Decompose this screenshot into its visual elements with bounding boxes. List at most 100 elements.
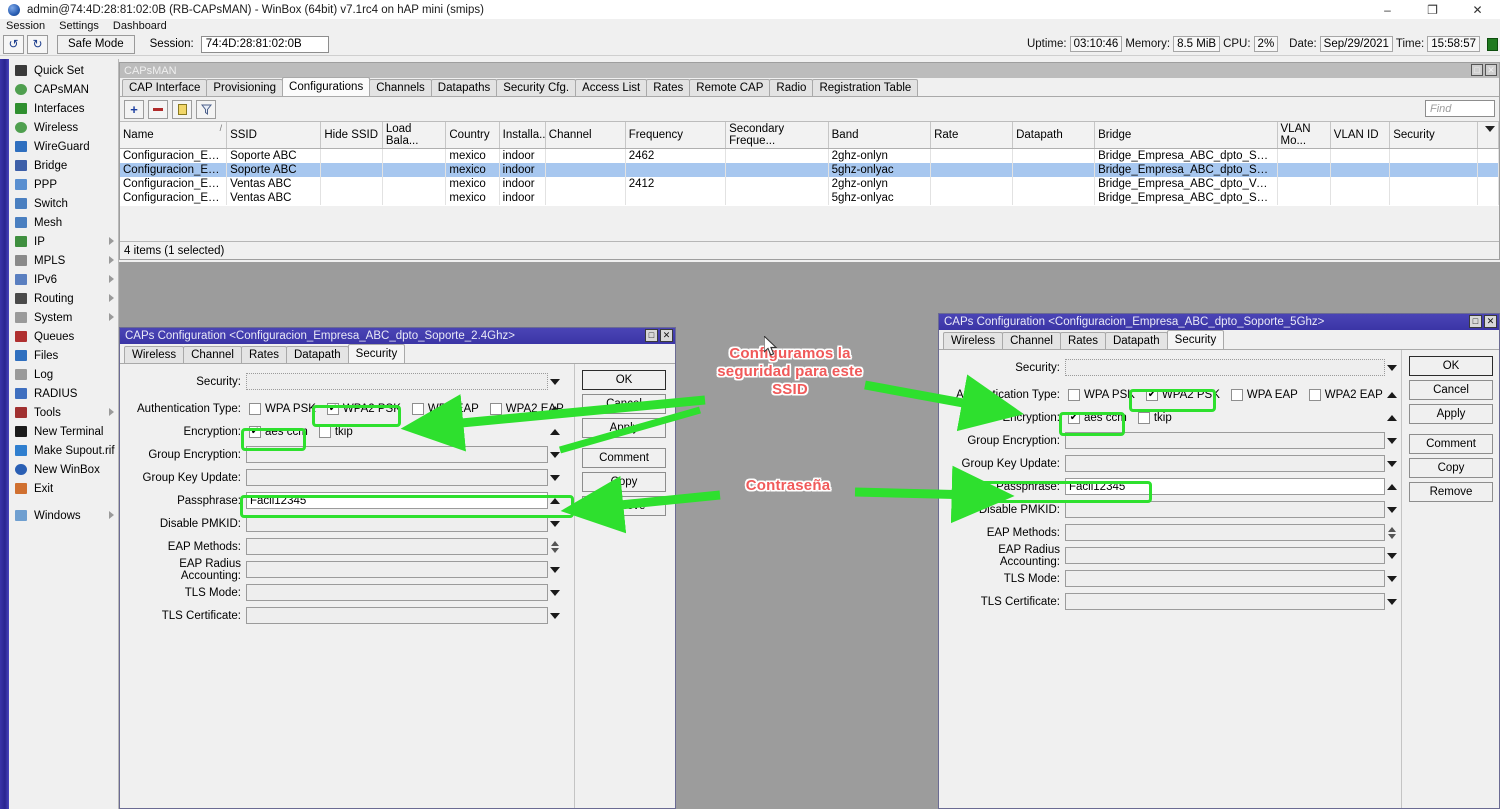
sidebar-item-capsman[interactable]: CAPsMAN [9, 80, 118, 99]
dialog-left-tab-rates[interactable]: Rates [241, 346, 287, 363]
eap-methods-input[interactable] [1065, 524, 1385, 541]
encryption-option-aes-ccm[interactable]: ✔aes ccm [1068, 412, 1138, 424]
group-encryption-input[interactable] [1065, 432, 1385, 449]
table-row[interactable]: Configuracion_Em...Ventas ABCmexicoindoo… [120, 191, 1499, 205]
dialog-left-close-button[interactable]: ✕ [660, 329, 673, 342]
sidebar-item-log[interactable]: Log [9, 365, 118, 384]
menu-dashboard[interactable]: Dashboard [113, 20, 167, 32]
column-header-ssid[interactable]: SSID [227, 122, 321, 149]
comment-button[interactable]: Comment [582, 448, 666, 468]
sidebar-item-make-supout-rif[interactable]: Make Supout.rif [9, 441, 118, 460]
authentication-type-option-wpa2-psk[interactable]: ✔WPA2 PSK [327, 403, 412, 415]
passphrase-input[interactable]: Facil12345 [246, 492, 548, 509]
column-header-channel[interactable]: Channel [545, 122, 625, 149]
session-field[interactable]: 74:4D:28:81:02:0B [201, 36, 329, 53]
column-header-name[interactable]: Name/ [120, 122, 227, 149]
group-encryption-dropdown-toggle[interactable] [548, 452, 562, 458]
tls-certificate-input[interactable] [246, 607, 548, 624]
eap-radius-accounting-input[interactable] [1065, 547, 1385, 564]
sidebar-item-tools[interactable]: Tools [9, 403, 118, 422]
copy-button[interactable]: Copy [582, 472, 666, 492]
encryption-dropdown-toggle[interactable] [1385, 415, 1399, 421]
authentication-type-option-wpa2-eap[interactable]: WPA2 EAP [490, 403, 575, 415]
capsman-tab-remote-cap[interactable]: Remote CAP [689, 79, 770, 96]
column-header-vlan-id[interactable]: VLAN ID [1330, 122, 1389, 149]
column-header-installa-[interactable]: Installa... [499, 122, 545, 149]
encryption-option-aes-ccm[interactable]: ✔aes ccm [249, 426, 319, 438]
tls-mode-input[interactable] [246, 584, 548, 601]
tls-certificate-input[interactable] [1065, 593, 1385, 610]
checkbox-icon[interactable] [319, 426, 331, 438]
group-encryption-dropdown-toggle[interactable] [1385, 438, 1399, 444]
checkbox-icon[interactable] [412, 403, 424, 415]
authentication-type-option-wpa2-psk[interactable]: ✔WPA2 PSK [1146, 389, 1231, 401]
dialog-left-tab-channel[interactable]: Channel [183, 346, 242, 363]
remove-button[interactable]: Remove [582, 496, 666, 516]
find-input[interactable]: Find [1425, 100, 1495, 117]
column-header-load-bala-[interactable]: Load Bala... [382, 122, 446, 149]
tls-certificate-dropdown-toggle[interactable] [1385, 599, 1399, 605]
checkbox-icon[interactable] [249, 403, 261, 415]
sidebar-item-wireguard[interactable]: WireGuard [9, 137, 118, 156]
encryption-dropdown-toggle[interactable] [548, 429, 562, 435]
minimize-button[interactable]: – [1365, 0, 1410, 19]
ok-button[interactable]: OK [1409, 356, 1493, 376]
table-row[interactable]: Configuracion_Em...Ventas ABCmexicoindoo… [120, 177, 1499, 191]
dialog-left-tab-wireless[interactable]: Wireless [124, 346, 184, 363]
checkbox-icon[interactable] [1138, 412, 1150, 424]
security-input[interactable] [1065, 359, 1385, 376]
eap-radius-accounting-input[interactable] [246, 561, 548, 578]
remove-button[interactable]: Remove [1409, 482, 1493, 502]
disable-pmkid-input[interactable] [1065, 501, 1385, 518]
checkbox-icon[interactable] [1309, 389, 1321, 401]
cancel-button[interactable]: Cancel [1409, 380, 1493, 400]
apply-button[interactable]: Apply [1409, 404, 1493, 424]
sidebar-item-system[interactable]: System [9, 308, 118, 327]
dialog-right-tab-datapath[interactable]: Datapath [1105, 332, 1168, 349]
dialog-left-tab-security[interactable]: Security [348, 344, 406, 363]
sidebar-item-interfaces[interactable]: Interfaces [9, 99, 118, 118]
sidebar-item-quick-set[interactable]: Quick Set [9, 61, 118, 80]
capsman-tab-radio[interactable]: Radio [769, 79, 813, 96]
column-header-hide-ssid[interactable]: Hide SSID [321, 122, 382, 149]
tls-mode-dropdown-toggle[interactable] [548, 590, 562, 596]
undo-icon[interactable]: ↺ [3, 35, 24, 54]
column-header-security[interactable]: Security [1390, 122, 1478, 149]
copy-button[interactable] [172, 100, 192, 119]
authentication-type-option-wpa2-eap[interactable]: WPA2 EAP [1309, 389, 1394, 401]
sidebar-item-files[interactable]: Files [9, 346, 118, 365]
checkbox-icon[interactable] [1231, 389, 1243, 401]
column-header-bridge[interactable]: Bridge [1095, 122, 1277, 149]
comment-button[interactable]: Comment [1409, 434, 1493, 454]
sidebar-item-bridge[interactable]: Bridge [9, 156, 118, 175]
authentication-type-option-wpa-psk[interactable]: WPA PSK [249, 403, 327, 415]
tls-certificate-dropdown-toggle[interactable] [548, 613, 562, 619]
group-key-update-input[interactable] [1065, 455, 1385, 472]
column-header-datapath[interactable]: Datapath [1013, 122, 1095, 149]
dialog-right-restore-button[interactable]: □ [1469, 315, 1482, 328]
sidebar-item-wireless[interactable]: Wireless [9, 118, 118, 137]
capsman-tab-configurations[interactable]: Configurations [282, 77, 370, 96]
checkbox-icon[interactable] [490, 403, 502, 415]
capsman-tab-cap-interface[interactable]: CAP Interface [122, 79, 207, 96]
sidebar-item-exit[interactable]: Exit [9, 479, 118, 498]
eap-radius-accounting-dropdown-toggle[interactable] [1385, 553, 1399, 559]
security-input[interactable] [246, 373, 548, 390]
column-header-frequency[interactable]: Frequency [625, 122, 725, 149]
capsman-tab-registration-table[interactable]: Registration Table [812, 79, 918, 96]
cancel-button[interactable]: Cancel [582, 394, 666, 414]
passphrase-dropdown-toggle[interactable] [548, 498, 562, 504]
eap-methods-stepper[interactable] [1385, 527, 1399, 539]
column-header-rate[interactable]: Rate [931, 122, 1013, 149]
group-key-update-dropdown-toggle[interactable] [1385, 461, 1399, 467]
dialog-right-tab-wireless[interactable]: Wireless [943, 332, 1003, 349]
passphrase-input[interactable]: Facil12345 [1065, 478, 1385, 495]
authentication-type-dropdown-toggle[interactable] [548, 406, 562, 412]
capsman-tab-datapaths[interactable]: Datapaths [431, 79, 497, 96]
group-key-update-dropdown-toggle[interactable] [548, 475, 562, 481]
authentication-type-option-wpa-eap[interactable]: WPA EAP [1231, 389, 1309, 401]
add-button[interactable]: + [124, 100, 144, 119]
sidebar-item-ppp[interactable]: PPP [9, 175, 118, 194]
eap-methods-stepper[interactable] [548, 541, 562, 553]
dialog-left-restore-button[interactable]: □ [645, 329, 658, 342]
